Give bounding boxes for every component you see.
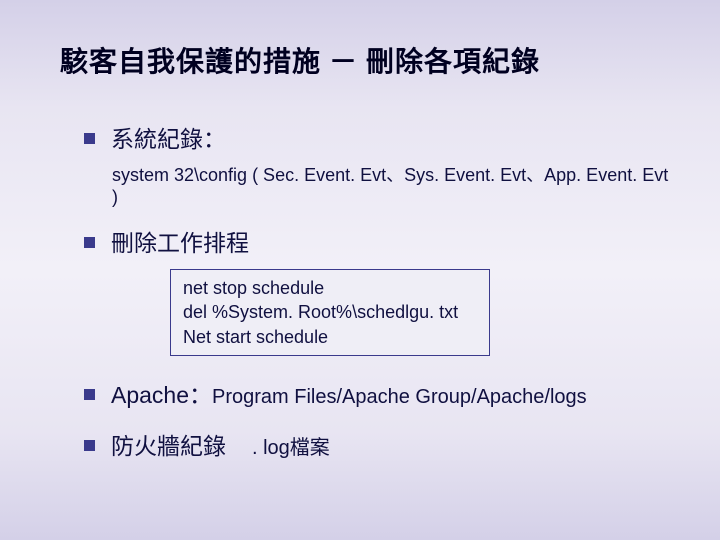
slide: 駭客自我保護的措施 － 刪除各項紀錄 系統紀錄： system 32\confi… [0, 0, 720, 540]
bullet-text: 防火牆紀錄 . log檔案 [111, 431, 330, 462]
bullet-square-icon [84, 440, 95, 451]
bullet-square-icon [84, 389, 95, 400]
bullet-system-log: 系統紀錄： [84, 124, 670, 155]
bullet-text: Apache：Program Files/Apache Group/Apache… [111, 380, 587, 411]
bullet-apache: Apache：Program Files/Apache Group/Apache… [84, 380, 670, 411]
bullet-square-icon [84, 133, 95, 144]
slide-title: 駭客自我保護的措施 － 刪除各項紀錄 [60, 40, 670, 80]
bullet-square-icon [84, 237, 95, 248]
code-line: del %System. Root%\schedlgu. txt [183, 300, 477, 324]
code-block: net stop schedule del %System. Root%\sch… [170, 269, 490, 356]
code-line: net stop schedule [183, 276, 477, 300]
bullet-text: 刪除工作排程 [111, 228, 249, 259]
bullet-system-log-detail: system 32\config ( Sec. Event. Evt、Sys. … [112, 161, 670, 208]
bullet-text: 系統紀錄： [111, 124, 226, 155]
apache-label: Apache： [111, 382, 212, 408]
apache-path: Program Files/Apache Group/Apache/logs [212, 386, 587, 408]
bullet-delete-schedule: 刪除工作排程 [84, 228, 670, 259]
firewall-label: 防火牆紀錄 [111, 433, 226, 459]
code-line: Net start schedule [183, 325, 477, 349]
firewall-ext: . log檔案 [252, 437, 330, 459]
bullet-firewall: 防火牆紀錄 . log檔案 [84, 431, 670, 462]
